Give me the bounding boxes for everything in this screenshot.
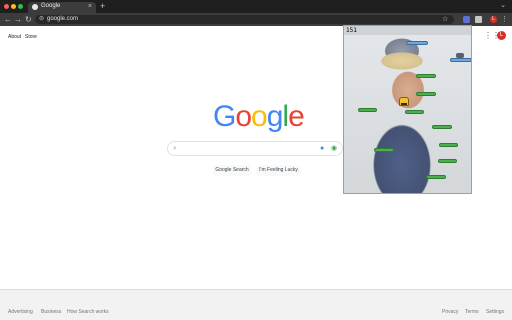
back-button[interactable]: ← xyxy=(4,14,12,25)
browser-window: Google × + ⌄ ← → ↻ ⊜ google.com ☆ L ⋮ Ab… xyxy=(0,0,512,320)
minimize-window-button[interactable] xyxy=(11,4,16,9)
game-player-character xyxy=(399,97,409,106)
close-window-button[interactable] xyxy=(4,4,9,9)
google-logo: Google xyxy=(213,100,305,133)
game-platform xyxy=(405,110,424,114)
extensions-puzzle-icon[interactable] xyxy=(475,16,482,23)
business-link[interactable]: Business xyxy=(41,309,61,315)
site-info-icon[interactable]: ⊜ xyxy=(39,15,44,24)
search-input[interactable]: ⌕ ● ◉ xyxy=(167,141,343,156)
store-link[interactable]: Store xyxy=(25,34,37,40)
tab-title: Google xyxy=(41,3,61,9)
search-icon: ⌕ xyxy=(173,145,177,152)
about-link[interactable]: About xyxy=(8,34,21,40)
game-platform xyxy=(426,175,446,179)
game-platform xyxy=(438,159,457,163)
logo-letter: o xyxy=(235,100,252,133)
logo-letter: e xyxy=(288,100,305,133)
tab-strip: Google × + ⌄ xyxy=(0,0,512,13)
feeling-lucky-button[interactable]: I'm Feeling Lucky xyxy=(256,165,301,176)
game-platform xyxy=(432,125,452,129)
google-search-button[interactable]: Google Search xyxy=(213,165,251,176)
game-platform xyxy=(358,108,377,112)
address-bar[interactable]: ⊜ google.com xyxy=(35,15,454,24)
logo-letter: g xyxy=(266,100,284,133)
game-platform xyxy=(439,143,458,147)
google-favicon-icon xyxy=(32,4,38,10)
settings-link[interactable]: Settings xyxy=(486,309,504,315)
advertising-link[interactable]: Advertising xyxy=(8,309,33,315)
tab-search-icon[interactable]: ⌄ xyxy=(500,1,506,11)
forward-button[interactable]: → xyxy=(14,14,22,25)
terms-link[interactable]: Terms xyxy=(465,309,479,315)
url-text[interactable]: google.com xyxy=(47,16,78,23)
lens-camera-icon[interactable]: ◉ xyxy=(331,143,337,155)
game-platform xyxy=(374,148,394,152)
how-search-works-link[interactable]: How Search works xyxy=(67,309,109,315)
maximize-window-button[interactable] xyxy=(18,4,23,9)
game-platform xyxy=(416,74,436,78)
game-platform xyxy=(406,41,428,45)
page-footer: Advertising Business How Search works Pr… xyxy=(0,289,512,320)
logo-letter: G xyxy=(213,100,236,133)
microphone-icon[interactable]: ● xyxy=(320,143,324,155)
new-tab-button[interactable]: + xyxy=(100,1,105,11)
game-platform xyxy=(416,92,436,96)
chrome-menu-icon[interactable]: ⋮ xyxy=(501,14,508,25)
tab-google[interactable]: Google × xyxy=(28,2,96,13)
privacy-link[interactable]: Privacy xyxy=(442,309,458,315)
extension-game-popup[interactable]: 151 xyxy=(343,25,472,194)
game-score: 151 xyxy=(346,27,357,34)
reload-button[interactable]: ↻ xyxy=(25,14,32,25)
extension-game-icon[interactable] xyxy=(463,16,470,23)
account-avatar[interactable]: L xyxy=(497,31,506,40)
logo-letter: o xyxy=(251,100,268,133)
tab-close-icon[interactable]: × xyxy=(88,2,92,12)
profile-avatar[interactable]: L xyxy=(490,16,497,23)
game-platform xyxy=(450,58,471,62)
